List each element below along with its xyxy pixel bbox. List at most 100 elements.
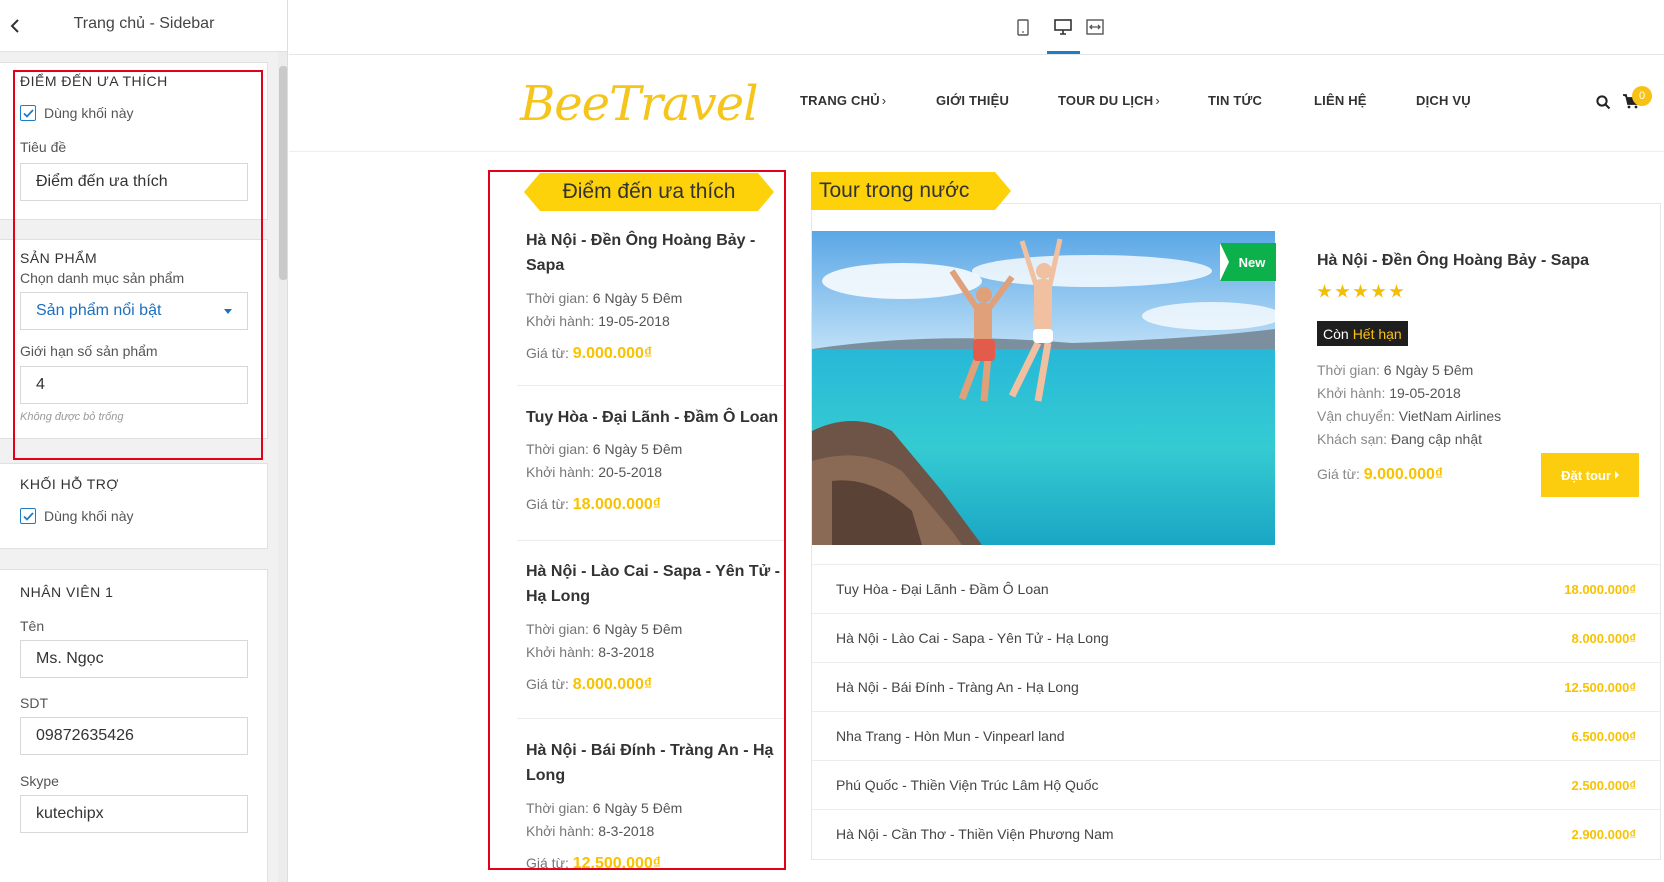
- name-field-value: Ms. Ngọc: [36, 650, 104, 667]
- name-label: Tên: [20, 618, 45, 634]
- featured-depart: Khởi hành: 19-05-2018: [1317, 385, 1461, 401]
- book-tour-button[interactable]: Đặt tour: [1541, 453, 1639, 497]
- site-logo[interactable]: BeeTravel: [520, 76, 759, 132]
- price-value: 12.500.000₫: [572, 855, 662, 872]
- price-value: 9.000.000₫: [1363, 466, 1444, 483]
- meta-label: Khởi hành:: [526, 644, 595, 660]
- favorite-item-depart: Khởi hành: 8-3-2018: [526, 641, 788, 664]
- section-title: NHÂN VIÊN 1: [20, 584, 114, 600]
- meta-label: Khởi hành:: [1317, 385, 1386, 401]
- phone-field-value: 09872635426: [36, 727, 134, 744]
- section-staff: NHÂN VIÊN 1 Tên Ms. Ngọc SDT 09872635426…: [0, 569, 268, 882]
- favorite-item-time: Thời gian: 6 Ngày 5 Đêm: [526, 797, 788, 820]
- meta-value: 6 Ngày 5 Đêm: [592, 621, 683, 637]
- name-field[interactable]: Ms. Ngọc: [20, 640, 248, 678]
- tour-list-row[interactable]: Tuy Hòa - Đại Lãnh - Đầm Ô Loan 18.000.00…: [812, 564, 1660, 613]
- tour-name: Hà Nội - Lào Cai - Sapa - Yên Tử - Hạ Lo…: [836, 630, 1109, 646]
- domestic-heading-ribbon: Tour trong nước: [811, 172, 1011, 210]
- price-label: Giá từ:: [526, 345, 569, 361]
- availability-badge: Còn Hết hạn: [1317, 321, 1408, 346]
- limit-hint: Không được bỏ trống: [20, 411, 124, 423]
- nav-label: TIN TỨC: [1208, 93, 1263, 108]
- category-select[interactable]: Sản phẩm nổi bật: [20, 292, 248, 330]
- featured-tour-photo[interactable]: [812, 231, 1275, 545]
- new-badge: New: [1220, 243, 1276, 281]
- phone-field[interactable]: 09872635426: [20, 717, 248, 755]
- nav-label: TOUR DU LỊCH: [1058, 93, 1154, 108]
- nav-item-tours[interactable]: TOUR DU LỊCH ›: [1058, 93, 1160, 108]
- star-icon: [1335, 284, 1350, 298]
- search-button[interactable]: [1596, 95, 1611, 115]
- price-label: Giá từ:: [526, 676, 569, 692]
- customizer-sections: ĐIỂM ĐẾN ƯA THÍCH Dùng khối này Tiêu đề …: [0, 52, 287, 882]
- favorite-item-depart: Khởi hành: 8-3-2018: [526, 820, 788, 843]
- favorite-item-title[interactable]: Hà Nội - Bái Đính - Tràng An - Hạ Long: [526, 738, 788, 788]
- favorite-item[interactable]: Tuy Hòa - Đại Lãnh - Đầm Ô Loan Thời gia…: [526, 405, 788, 514]
- section-products: SẢN PHẨM Chọn danh mục sản phẩm Sản phẩm…: [0, 239, 268, 439]
- meta-label: Khởi hành:: [526, 464, 595, 480]
- favorite-item[interactable]: Hà Nội - Lào Cai - Sapa - Yên Tử - Hạ Lo…: [526, 559, 788, 694]
- use-block-checkbox-favorite[interactable]: Dùng khối này: [20, 105, 134, 121]
- tour-price: 6.500.000₫: [1571, 728, 1636, 744]
- cart-count-badge: 0: [1632, 86, 1652, 106]
- favorite-item[interactable]: Hà Nội - Đền Ông Hoàng Bảy - Sapa Thời g…: [526, 228, 788, 363]
- limit-field[interactable]: 4: [20, 366, 248, 404]
- meta-label: Thời gian:: [526, 621, 589, 637]
- favorite-item-title[interactable]: Hà Nội - Đền Ông Hoàng Bảy - Sapa: [526, 228, 788, 278]
- mobile-icon: [1017, 18, 1029, 36]
- star-icon: [1317, 284, 1332, 298]
- star-icon: [1371, 284, 1386, 298]
- nav-item-news[interactable]: TIN TỨC: [1208, 93, 1262, 108]
- nav-label: TRANG CHỦ: [800, 93, 880, 108]
- skype-field[interactable]: kutechipx: [20, 795, 248, 833]
- caret-right-icon: [1614, 471, 1619, 479]
- title-field[interactable]: Điểm đến ưa thích: [20, 163, 248, 201]
- tour-name: Nha Trang - Hòn Mun - Vinpearl land: [836, 728, 1065, 744]
- favorite-heading: Điểm đến ưa thích: [562, 180, 736, 203]
- scrollbar-thumb[interactable]: [279, 66, 287, 280]
- favorite-item-depart: Khởi hành: 20-5-2018: [526, 461, 788, 484]
- title-field-label: Tiêu đề: [20, 139, 67, 155]
- book-label: Đặt tour: [1561, 467, 1611, 483]
- checkmark-icon: [22, 511, 34, 521]
- featured-time: Thời gian: 6 Ngày 5 Đêm: [1317, 362, 1473, 378]
- tour-price: 18.000.000₫: [1564, 581, 1636, 597]
- nav-item-about[interactable]: GIỚI THIỆU: [936, 93, 1009, 108]
- section-support: KHỐI HỖ TRỢ Dùng khối này: [0, 463, 268, 549]
- price-value: 18.000.000₫: [572, 496, 662, 513]
- device-fullwidth-button[interactable]: [1083, 16, 1107, 38]
- featured-tour-title[interactable]: Hà Nội - Đền Ông Hoàng Bảy - Sapa: [1317, 252, 1589, 270]
- rating-stars: [1317, 284, 1404, 299]
- price-value: 9.000.000₫: [572, 345, 653, 362]
- favorite-item[interactable]: Hà Nội - Bái Đính - Tràng An - Hạ Long T…: [526, 738, 788, 873]
- use-block-checkbox-support[interactable]: Dùng khối này: [20, 508, 134, 524]
- meta-label: Thời gian:: [526, 800, 589, 816]
- device-desktop-button[interactable]: [1051, 16, 1075, 38]
- nav-item-services[interactable]: DỊCH VỤ: [1416, 93, 1471, 108]
- favorite-item-price: Giá từ: 18.000.000₫: [526, 496, 788, 514]
- tour-list-row[interactable]: Phú Quốc - Thiền Viện Trúc Lâm Hộ Quốc 2.…: [812, 760, 1660, 809]
- favorite-item-time: Thời gian: 6 Ngày 5 Đêm: [526, 438, 788, 461]
- device-mobile-button[interactable]: [1011, 16, 1035, 38]
- tour-name: Hà Nội - Bái Đính - Tràng An - Hạ Long: [836, 679, 1079, 695]
- nav-item-home[interactable]: TRANG CHỦ ›: [800, 93, 886, 108]
- star-icon: [1389, 284, 1404, 298]
- meta-label: Vận chuyển:: [1317, 408, 1395, 424]
- meta-value: 19-05-2018: [598, 313, 670, 329]
- meta-value: VietNam Airlines: [1398, 408, 1502, 424]
- favorite-item-price: Giá từ: 8.000.000₫: [526, 676, 788, 694]
- tour-list-row[interactable]: Hà Nội - Lào Cai - Sapa - Yên Tử - Hạ Lo…: [812, 613, 1660, 662]
- tour-list-row[interactable]: Nha Trang - Hòn Mun - Vinpearl land 6.500…: [812, 711, 1660, 760]
- meta-value: 6 Ngày 5 Đêm: [592, 290, 683, 306]
- favorite-item-title[interactable]: Tuy Hòa - Đại Lãnh - Đầm Ô Loan: [526, 405, 788, 430]
- meta-label: Thời gian:: [526, 290, 589, 306]
- checkbox[interactable]: [20, 508, 36, 524]
- meta-value: 20-5-2018: [598, 464, 663, 480]
- nav-item-contact[interactable]: LIÊN HỆ: [1314, 93, 1367, 108]
- tour-list-row[interactable]: Hà Nội - Cần Thơ - Thiền Viện Phương Nam…: [812, 809, 1660, 858]
- limit-field-value: 4: [36, 376, 45, 393]
- skype-label: Skype: [20, 773, 59, 789]
- checkbox[interactable]: [20, 105, 36, 121]
- tour-list-row[interactable]: Hà Nội - Bái Đính - Tràng An - Hạ Long 12…: [812, 662, 1660, 711]
- favorite-item-title[interactable]: Hà Nội - Lào Cai - Sapa - Yên Tử - Hạ Lo…: [526, 559, 788, 609]
